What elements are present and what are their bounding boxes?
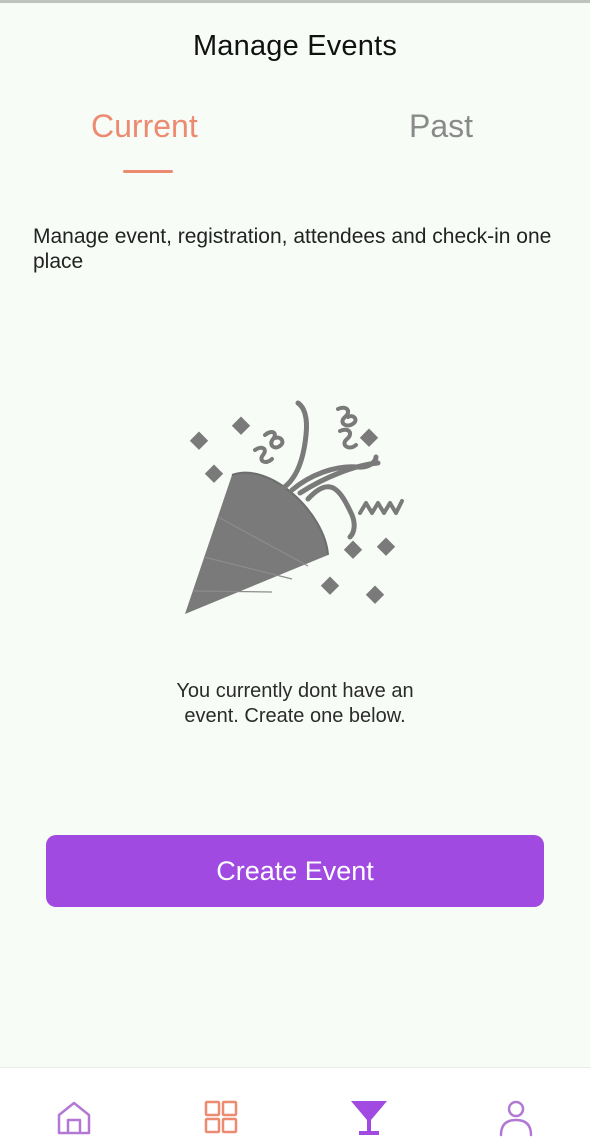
nav-profile[interactable] xyxy=(496,1098,536,1138)
bottom-navigation xyxy=(0,1067,590,1143)
tab-past[interactable]: Past xyxy=(409,108,473,145)
user-icon xyxy=(499,1100,533,1137)
grid-icon xyxy=(204,1100,238,1134)
status-divider xyxy=(0,0,590,3)
home-icon xyxy=(57,1101,91,1135)
nav-grid[interactable] xyxy=(201,1098,241,1138)
event-tabs: Current Past xyxy=(0,108,590,178)
empty-state-line: You currently dont have an xyxy=(176,680,414,702)
cocktail-glass-icon xyxy=(351,1101,387,1135)
empty-state-message: You currently dont have an event. Create… xyxy=(120,679,470,729)
nav-home[interactable] xyxy=(54,1098,94,1138)
nav-events[interactable] xyxy=(349,1098,389,1138)
active-tab-indicator xyxy=(123,170,173,173)
page-description: Manage event, registration, attendees an… xyxy=(33,225,552,273)
tab-current[interactable]: Current xyxy=(91,108,198,145)
party-popper-icon xyxy=(185,400,404,614)
page-title: Manage Events xyxy=(192,30,398,62)
create-event-button[interactable]: Create Event xyxy=(46,835,544,907)
empty-state-line: event. Create one below. xyxy=(184,705,406,727)
